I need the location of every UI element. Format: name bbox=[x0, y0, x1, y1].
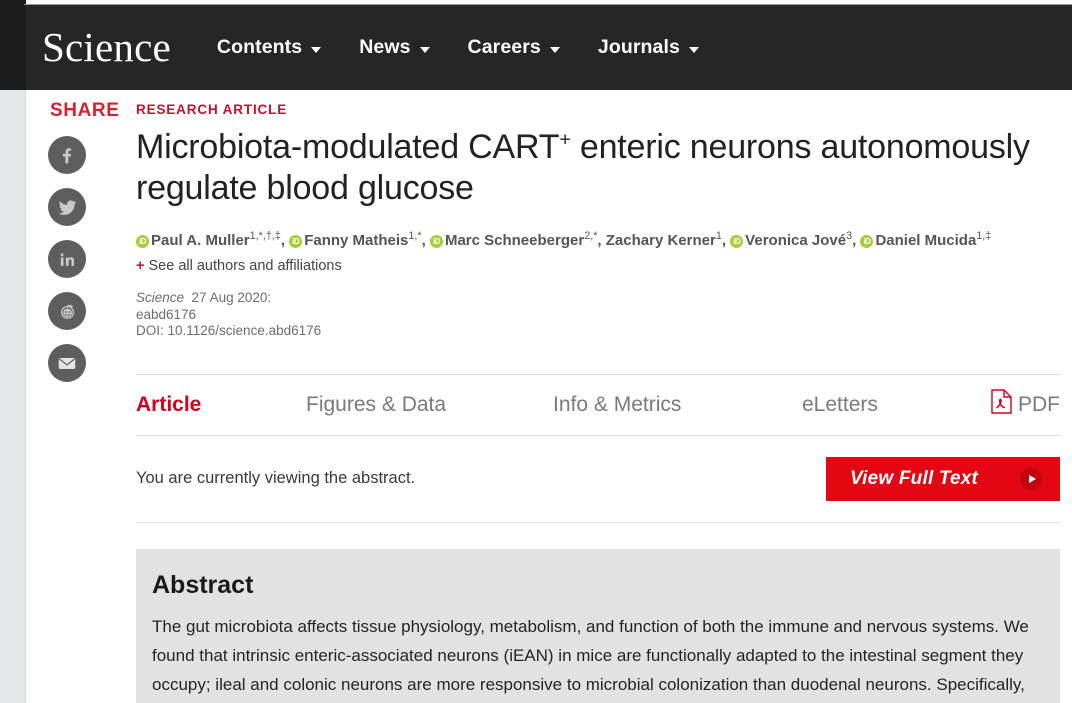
author-affiliation-marker: 2,* bbox=[584, 230, 598, 242]
author-name[interactable]: Daniel Mucida bbox=[875, 232, 976, 249]
author-name[interactable]: Fanny Matheis bbox=[304, 232, 408, 249]
nav-item-contents[interactable]: Contents bbox=[216, 36, 322, 59]
plus-icon: + bbox=[136, 258, 145, 274]
page-root: Science Contents News Careers Journals S… bbox=[0, 0, 1072, 703]
main-navigation: Contents News Careers Journals bbox=[217, 36, 699, 59]
orcid-icon[interactable]: iD bbox=[136, 235, 149, 248]
viewing-notice-bar: You are currently viewing the abstract. … bbox=[136, 436, 1060, 523]
tab-figures-data[interactable]: Figures & Data bbox=[306, 393, 553, 417]
left-gutter-dark bbox=[0, 0, 26, 90]
view-full-text-button[interactable]: View Full Text bbox=[826, 456, 1060, 501]
citation-journal: Science bbox=[136, 290, 185, 305]
author-affiliation-marker: 1,* bbox=[408, 230, 422, 242]
article-column: RESEARCH ARTICLE Microbiota-modulated CA… bbox=[136, 96, 1060, 703]
abstract-body: The gut microbiota affects tissue physio… bbox=[152, 612, 1036, 703]
share-email-button[interactable] bbox=[48, 344, 86, 382]
author-name[interactable]: Zachary Kerner bbox=[606, 232, 716, 249]
article-tabs: Article Figures & Data Info & Metrics eL… bbox=[136, 373, 1060, 436]
share-reddit-button[interactable] bbox=[48, 292, 86, 330]
tab-pdf-label: PDF bbox=[1018, 392, 1060, 416]
orcid-icon[interactable]: iD bbox=[860, 235, 874, 248]
left-gutter-edge bbox=[25, 90, 26, 703]
orcid-icon[interactable]: iD bbox=[289, 235, 303, 248]
abstract-section: Abstract The gut microbiota affects tiss… bbox=[136, 548, 1060, 703]
nav-item-careers[interactable]: Careers bbox=[468, 36, 560, 59]
tab-eletters[interactable]: eLetters bbox=[802, 393, 878, 417]
article-title: Microbiota-modulated CART+ enteric neuro… bbox=[136, 127, 1060, 209]
share-twitter-button[interactable] bbox=[48, 188, 86, 226]
tab-info-metrics[interactable]: Info & Metrics bbox=[553, 393, 802, 417]
reddit-icon bbox=[57, 301, 78, 322]
share-linkedin-button[interactable] bbox=[48, 240, 86, 278]
chevron-down-icon bbox=[419, 46, 430, 53]
twitter-icon bbox=[57, 197, 78, 218]
nav-item-label: Careers bbox=[467, 36, 541, 58]
see-all-authors-link[interactable]: + See all authors and affiliations bbox=[136, 258, 1060, 274]
abstract-heading: Abstract bbox=[152, 570, 254, 599]
nav-item-label: Contents bbox=[216, 36, 303, 58]
chevron-down-icon bbox=[549, 46, 560, 53]
share-title: SHARE bbox=[50, 100, 120, 121]
top-rule bbox=[24, 4, 1072, 5]
see-all-authors-label: See all authors and affiliations bbox=[148, 258, 342, 274]
orcid-icon[interactable]: iD bbox=[730, 235, 744, 248]
nav-item-journals[interactable]: Journals bbox=[598, 36, 699, 59]
citation-block: Science 27 Aug 2020: eabd6176 DOI: 10.11… bbox=[136, 290, 1060, 340]
author-list: iD Paul A. Muller1,*,†,‡, iD Fanny Matheis… bbox=[136, 225, 1060, 252]
linkedin-icon bbox=[58, 250, 77, 269]
facebook-icon bbox=[57, 145, 77, 165]
nav-item-news[interactable]: News bbox=[359, 36, 430, 59]
viewing-notice-text: You are currently viewing the abstract. bbox=[136, 469, 416, 487]
article-type-kicker: RESEARCH ARTICLE bbox=[136, 102, 288, 117]
citation-eid: eabd6176 bbox=[136, 306, 197, 322]
tab-pdf[interactable]: PDF bbox=[991, 389, 1060, 420]
science-logo[interactable]: Science bbox=[42, 27, 171, 68]
view-full-text-label: View Full Text bbox=[850, 467, 979, 489]
left-gutter-light bbox=[0, 90, 26, 703]
author-name[interactable]: Veronica Jové bbox=[745, 232, 846, 249]
article-title-superscript: + bbox=[559, 128, 571, 151]
nav-item-label: News bbox=[359, 36, 411, 58]
share-rail: SHARE bbox=[48, 100, 120, 396]
author-affiliation-marker: 1,‡ bbox=[976, 230, 992, 242]
tab-article[interactable]: Article bbox=[136, 393, 306, 417]
orcid-icon[interactable]: iD bbox=[429, 235, 443, 248]
email-icon bbox=[56, 352, 78, 374]
author-affiliation-marker: 1,*,†,‡ bbox=[249, 230, 281, 242]
nav-item-label: Journals bbox=[597, 36, 680, 58]
play-arrow-icon bbox=[1020, 467, 1042, 490]
abstract-body-part1: The gut microbiota affects tissue physio… bbox=[152, 616, 1029, 694]
article-title-part1: Microbiota-modulated CART bbox=[136, 128, 560, 166]
pdf-icon bbox=[991, 389, 1012, 420]
author-name[interactable]: Paul A. Muller bbox=[151, 232, 250, 249]
author-name[interactable]: Marc Schneeberger bbox=[445, 232, 584, 249]
chevron-down-icon bbox=[688, 46, 699, 53]
citation-doi: DOI: 10.1126/science.abd6176 bbox=[136, 323, 322, 338]
citation-date: 27 Aug 2020: bbox=[191, 290, 272, 305]
site-masthead: Science Contents News Careers Journals bbox=[26, 5, 1072, 90]
chevron-down-icon bbox=[311, 46, 322, 53]
share-facebook-button[interactable] bbox=[48, 136, 86, 174]
